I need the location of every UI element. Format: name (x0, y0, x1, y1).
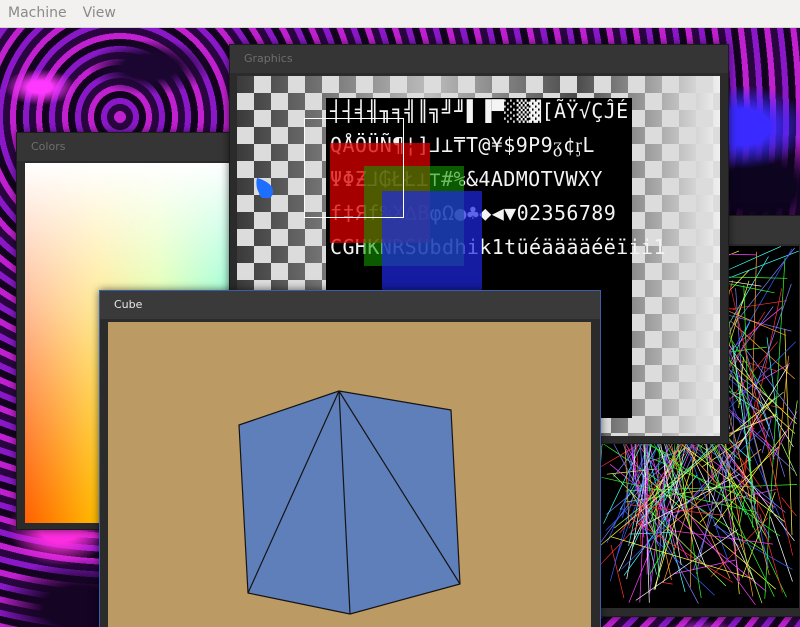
random-line (673, 559, 736, 575)
random-line (766, 337, 781, 441)
random-line (770, 516, 793, 582)
random-line (756, 496, 759, 523)
selection-rectangle[interactable] (304, 118, 404, 218)
random-line (788, 400, 798, 457)
cube-canvas[interactable] (108, 322, 591, 627)
cube-window-titlebar[interactable]: Cube (100, 291, 600, 319)
cube-shape (238, 390, 461, 615)
random-line (759, 523, 769, 568)
graphics-window-titlebar[interactable]: Graphics (230, 45, 728, 73)
random-line (771, 405, 784, 410)
random-line (772, 411, 798, 459)
random-line (663, 455, 665, 559)
menu-view[interactable]: View (75, 0, 124, 27)
random-line (662, 582, 673, 585)
menubar: Machine View (0, 0, 800, 28)
menu-machine[interactable]: Machine (0, 0, 75, 27)
colors-window-titlebar[interactable]: Colors (17, 133, 237, 161)
cube-window[interactable]: Cube (99, 290, 601, 627)
random-line (781, 497, 797, 517)
blob-icon (256, 178, 274, 198)
desktop-root: Machine View Colors Graphics ┤┤╡╢╖╕╣║╗╝╜… (0, 0, 800, 627)
